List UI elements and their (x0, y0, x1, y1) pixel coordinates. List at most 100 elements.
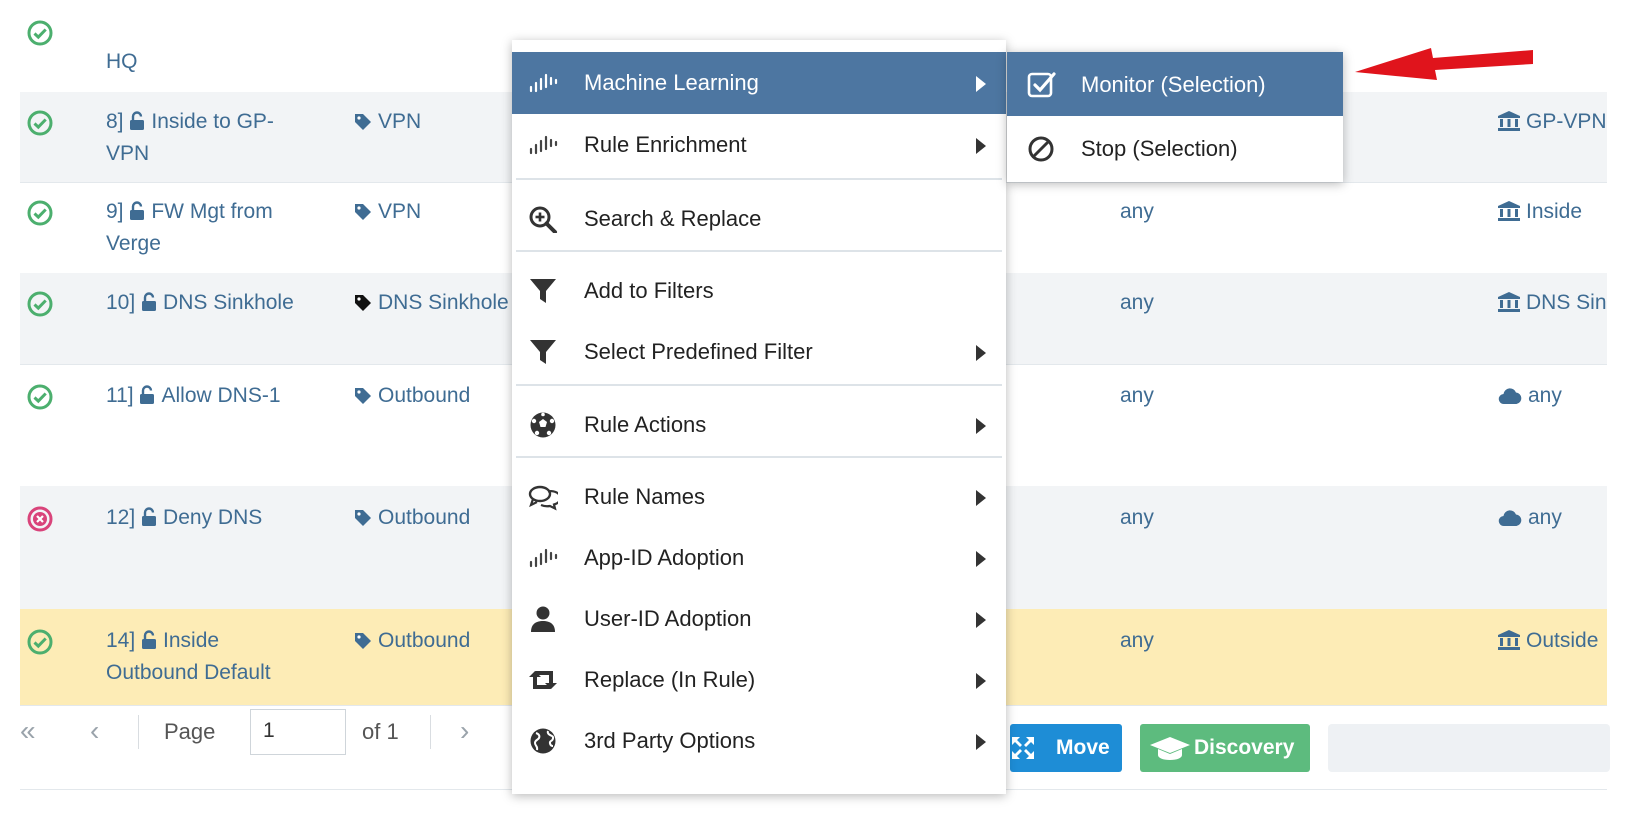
graduation-cap-icon (1150, 737, 1190, 760)
unlock-icon (142, 507, 157, 526)
building-icon (1498, 201, 1520, 221)
cloud-icon (1498, 388, 1522, 405)
menu-divider (516, 384, 1002, 386)
menu-item-select-predefined-filter[interactable]: Select Predefined Filter (512, 321, 1006, 383)
building-icon (1498, 292, 1520, 312)
rule-tag[interactable]: Outbound (354, 625, 514, 657)
building-icon (1498, 111, 1520, 131)
submenu-arrow-icon (976, 138, 986, 154)
globe-icon (530, 728, 556, 754)
any-cell[interactable]: any (1120, 502, 1154, 534)
menu-item-add-to-filters[interactable]: Add to Filters (512, 260, 1006, 322)
menu-item-search-replace[interactable]: Search & Replace (512, 188, 1006, 250)
tag-icon (355, 114, 371, 130)
unlock-icon (142, 292, 157, 311)
unlock-icon (130, 201, 145, 220)
first-page-icon[interactable]: « (20, 715, 36, 747)
rule-name[interactable]: 11] Allow DNS-1 (106, 380, 336, 412)
rule-tag[interactable]: DNS Sinkhole (354, 287, 514, 319)
any-cell[interactable]: any (1120, 380, 1154, 412)
submenu-arrow-icon (976, 612, 986, 628)
tag-icon (355, 510, 371, 526)
any-cell[interactable]: any (1120, 287, 1154, 319)
checkbox-icon (1027, 72, 1056, 98)
rule-tag[interactable]: Outbound (354, 502, 514, 534)
zone-cell[interactable]: Inside (1498, 196, 1582, 228)
menu-item-machine-learning[interactable]: Machine Learning (512, 52, 1006, 114)
submenu-arrow-icon (976, 551, 986, 567)
context-menu: Machine Learning Rule Enrichment Search … (512, 40, 1006, 794)
zone-cell[interactable]: DNS Sin (1498, 287, 1607, 319)
submenu-arrow-icon (976, 418, 986, 434)
rule-name[interactable]: 8] Inside to GP- VPN (106, 106, 336, 170)
red-arrow-annotation (1355, 48, 1533, 80)
rule-tag[interactable]: VPN (354, 106, 514, 138)
menu-item-monitor-selection[interactable]: Monitor (Selection) (1007, 52, 1343, 116)
zone-cell[interactable]: Outside (1498, 625, 1598, 657)
next-page-icon[interactable]: › (460, 715, 469, 747)
rule-name[interactable]: 12] Deny DNS (106, 502, 336, 534)
submenu-arrow-icon (976, 345, 986, 361)
toolbar-placeholder (1328, 724, 1610, 772)
ok-check-icon (27, 200, 53, 226)
rule-name[interactable]: HQ (106, 46, 336, 78)
tag-icon (355, 633, 371, 649)
arrows-expand-icon (1012, 737, 1034, 759)
divider (138, 715, 139, 749)
ml-wave-icon (529, 73, 558, 93)
menu-item-3rd-party-options[interactable]: 3rd Party Options (512, 710, 1006, 772)
menu-divider (516, 250, 1002, 252)
rule-number: 8] (106, 110, 124, 133)
deny-x-icon (27, 506, 53, 532)
unlock-icon (130, 111, 145, 130)
pagination-bar: « ‹ Page 1 of 1 › (20, 707, 560, 757)
discovery-button[interactable]: Discovery (1140, 724, 1310, 772)
menu-item-rule-enrichment[interactable]: Rule Enrichment (512, 114, 1006, 176)
tag-icon (355, 204, 371, 220)
submenu-arrow-icon (976, 490, 986, 506)
search-plus-icon (529, 206, 557, 233)
unlock-icon (140, 385, 155, 404)
chat-bubbles-icon (528, 485, 558, 511)
tag-icon (355, 295, 371, 311)
machine-learning-submenu: Monitor (Selection) Stop (Selection) (1007, 52, 1343, 182)
ban-icon (1028, 136, 1054, 162)
cloud-icon (1498, 510, 1522, 527)
rule-tag[interactable]: VPN (354, 196, 514, 228)
any-cell[interactable]: any (1120, 196, 1154, 228)
menu-item-rule-actions[interactable]: Rule Actions (512, 394, 1006, 456)
submenu-arrow-icon (976, 76, 986, 92)
rule-name[interactable]: 14] Inside Outbound Default (106, 625, 336, 689)
user-icon (531, 606, 555, 632)
ok-check-icon (27, 110, 53, 136)
soccer-ball-icon (530, 412, 556, 438)
zone-cell[interactable]: any (1498, 380, 1562, 412)
any-cell[interactable]: any (1120, 625, 1154, 657)
rule-name[interactable]: 9] FW Mgt from Verge (106, 196, 336, 260)
filter-icon (530, 340, 556, 364)
ok-check-icon (27, 384, 53, 410)
rule-name[interactable]: 10] DNS Sinkhole (106, 287, 336, 319)
page-number-input[interactable]: 1 (250, 709, 346, 755)
zone-cell[interactable]: GP-VPN (1498, 106, 1607, 138)
prev-page-icon[interactable]: ‹ (90, 715, 99, 747)
zone-cell[interactable]: any (1498, 502, 1562, 534)
ok-check-icon (27, 20, 53, 46)
menu-item-rule-names[interactable]: Rule Names (512, 466, 1006, 528)
move-button[interactable]: Move (1010, 724, 1122, 772)
menu-item-user-id-adoption[interactable]: User-ID Adoption (512, 588, 1006, 650)
ok-check-icon (27, 291, 53, 317)
page-label: Page (164, 719, 216, 744)
menu-item-stop-selection[interactable]: Stop (Selection) (1007, 116, 1343, 180)
page-count-label: of 1 (362, 719, 399, 744)
filter-icon (530, 279, 556, 303)
menu-item-app-id-adoption[interactable]: App-ID Adoption (512, 527, 1006, 589)
ml-wave-icon (529, 135, 558, 155)
rule-tag[interactable]: Outbound (354, 380, 514, 412)
submenu-arrow-icon (976, 734, 986, 750)
building-icon (1498, 630, 1520, 650)
menu-item-replace-in-rule[interactable]: Replace (In Rule) (512, 649, 1006, 711)
unlock-icon (142, 630, 157, 649)
ok-check-icon (27, 629, 53, 655)
submenu-arrow-icon (976, 673, 986, 689)
